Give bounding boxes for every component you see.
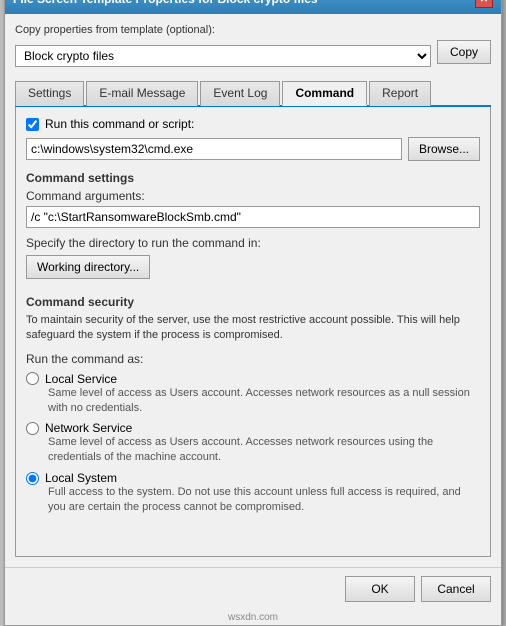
radio-option-network-service: Network Service Same level of access as … xyxy=(26,421,480,465)
title-bar-buttons: ✕ xyxy=(475,0,493,8)
local-service-radio[interactable] xyxy=(26,372,39,385)
radio-option-local-system: Local System Full access to the system. … xyxy=(26,471,480,515)
working-dir-button[interactable]: Working directory... xyxy=(26,255,150,279)
tab-settings[interactable]: Settings xyxy=(15,81,84,106)
browse-button[interactable]: Browse... xyxy=(408,137,480,161)
local-service-row: Local Service xyxy=(26,372,480,386)
watermark: wsxdn.com xyxy=(5,610,501,625)
network-service-label: Network Service xyxy=(45,421,132,435)
local-service-desc: Same level of access as Users account. A… xyxy=(48,386,480,416)
dir-label: Specify the directory to run the command… xyxy=(26,236,480,250)
network-service-desc: Same level of access as Users account. A… xyxy=(48,435,480,465)
tab-command[interactable]: Command xyxy=(282,81,367,106)
local-system-desc: Full access to the system. Do not use th… xyxy=(48,485,480,515)
security-label: Command security xyxy=(26,295,480,309)
args-input[interactable] xyxy=(26,206,480,228)
cancel-button[interactable]: Cancel xyxy=(421,576,491,602)
ok-button[interactable]: OK xyxy=(345,576,415,602)
cmd-input[interactable] xyxy=(26,138,402,160)
network-service-row: Network Service xyxy=(26,421,480,435)
run-command-checkbox[interactable] xyxy=(26,118,39,131)
template-select[interactable]: Block crypto files xyxy=(15,45,431,67)
tab-report[interactable]: Report xyxy=(369,81,431,106)
run-command-row: Run this command or script: xyxy=(26,117,480,131)
copy-button[interactable]: Copy xyxy=(437,40,491,64)
network-service-radio[interactable] xyxy=(26,422,39,435)
tab-eventlog[interactable]: Event Log xyxy=(200,81,280,106)
security-section: Command security To maintain security of… xyxy=(26,295,480,515)
tab-email[interactable]: E-mail Message xyxy=(86,81,198,106)
run-command-label: Run this command or script: xyxy=(45,117,194,131)
run-as-label: Run the command as: xyxy=(26,352,480,366)
tabs-bar: Settings E-mail Message Event Log Comman… xyxy=(15,80,491,107)
security-desc: To maintain security of the server, use … xyxy=(26,313,480,344)
settings-label: Command settings xyxy=(26,171,480,185)
cmd-input-row: Browse... xyxy=(26,137,480,161)
tab-content-command: Run this command or script: Browse... Co… xyxy=(15,107,491,557)
close-button[interactable]: ✕ xyxy=(475,0,493,8)
local-system-row: Local System xyxy=(26,471,480,485)
main-content: Copy properties from template (optional)… xyxy=(5,14,501,567)
title-bar: File Screen Template Properties for Bloc… xyxy=(5,0,501,14)
window-title: File Screen Template Properties for Bloc… xyxy=(13,0,318,6)
bottom-bar: OK Cancel xyxy=(5,567,501,610)
local-system-label: Local System xyxy=(45,471,117,485)
local-system-radio[interactable] xyxy=(26,472,39,485)
copy-row: Block crypto files Copy xyxy=(15,40,491,72)
main-window: File Screen Template Properties for Bloc… xyxy=(4,0,502,626)
copy-label: Copy properties from template (optional)… xyxy=(15,24,491,36)
radio-option-local-service: Local Service Same level of access as Us… xyxy=(26,372,480,416)
local-service-label: Local Service xyxy=(45,372,117,386)
args-label: Command arguments: xyxy=(26,189,480,203)
